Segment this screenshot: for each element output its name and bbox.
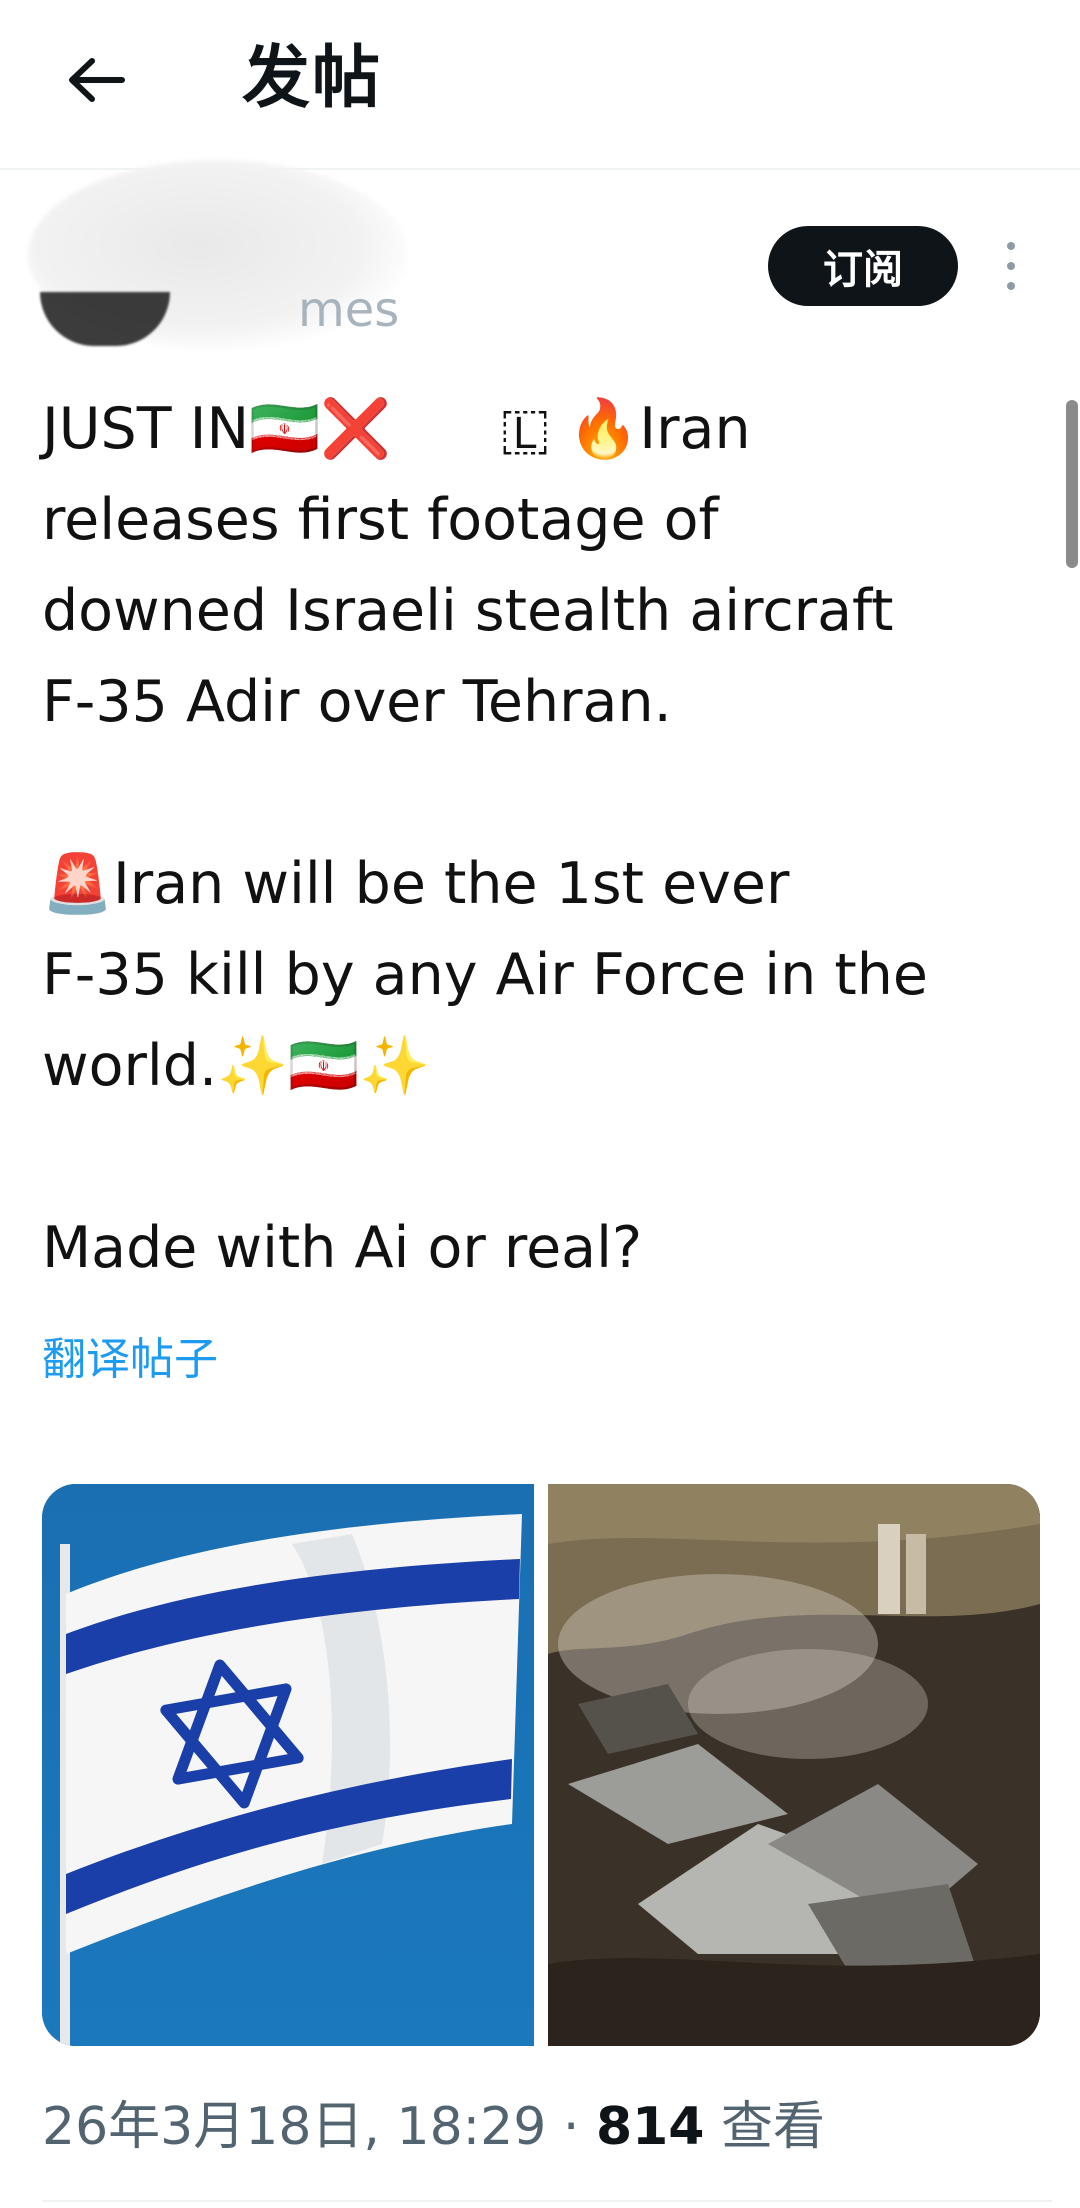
post-meta: 26年3月18日, 18:29 · 814 查看	[42, 2092, 825, 2162]
post-line: F-35 Adir over Tehran.	[42, 669, 672, 735]
media-image-wreckage[interactable]	[548, 1484, 1040, 2046]
views-label: 查看	[721, 2097, 826, 2157]
author-handle[interactable]: mes	[298, 280, 399, 340]
post-line: 🚨Iran will be the 1st ever	[42, 851, 790, 917]
translate-post-link[interactable]: 翻译帖子	[42, 1330, 218, 1390]
post-line-blank	[42, 748, 1052, 839]
views-count: 814	[595, 2097, 705, 2157]
arrow-left-icon	[69, 58, 125, 102]
post-line-blank	[42, 1112, 1052, 1203]
meta-separator: ·	[546, 2097, 596, 2157]
flag-image	[42, 1484, 534, 2046]
post-line: world.✨🇮🇷✨	[42, 1033, 430, 1099]
post-text: JUST IN🇮🇷❌ 🇱 🔥Iran releases first footag…	[42, 384, 1052, 1294]
scrollbar[interactable]	[1066, 400, 1078, 568]
post-line: downed Israeli stealth aircraft	[42, 578, 894, 644]
post-line: Made with Ai or real?	[42, 1215, 643, 1281]
post-line: JUST IN🇮🇷❌ 🇱 🔥Iran	[42, 396, 751, 462]
media-image-israel-flag[interactable]	[42, 1484, 534, 2046]
media-grid	[42, 1484, 1040, 2046]
post-line: F-35 kill by any Air Force in the	[42, 942, 928, 1008]
page-title: 发帖	[242, 39, 383, 118]
post-timestamp[interactable]: 26年3月18日, 18:29	[42, 2097, 546, 2157]
wreckage-image	[548, 1484, 1040, 2046]
post-line: releases first footage of	[42, 487, 719, 553]
more-vertical-icon	[1007, 242, 1015, 250]
more-options-button[interactable]	[996, 236, 1026, 296]
divider	[42, 2200, 1052, 2202]
subscribe-button[interactable]: 订阅	[768, 226, 958, 306]
top-bar: 发帖	[0, 0, 1080, 170]
back-button[interactable]	[56, 44, 136, 116]
